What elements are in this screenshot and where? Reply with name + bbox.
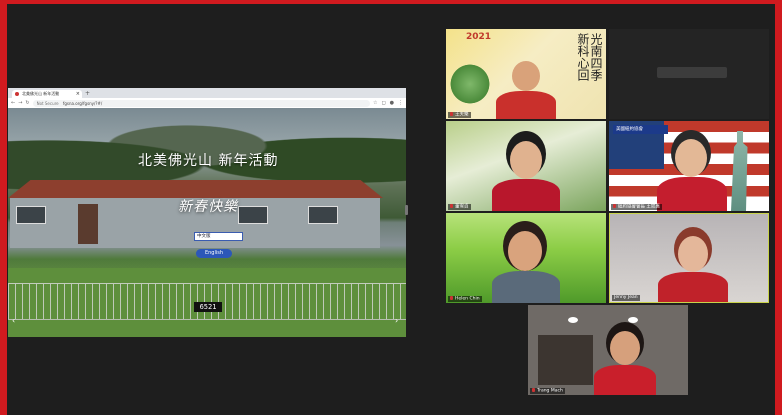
browser-tab-bar: 北美佛光山 新年活動 × + (8, 88, 406, 98)
split-view-handle[interactable] (405, 205, 408, 215)
participant-body (492, 179, 560, 211)
site-title: 北美佛光山 新年活動 (138, 153, 279, 169)
building-window (238, 206, 268, 224)
participant-body (657, 177, 727, 211)
video-tile[interactable]: Trang Mach (528, 305, 688, 395)
url-text: fgsna.org/fgsny/?#/ (62, 100, 103, 106)
window-frame-top (0, 0, 782, 4)
reload-icon[interactable]: ↻ (25, 100, 29, 106)
ceiling-light (628, 317, 638, 323)
building-window (308, 206, 338, 224)
video-tile-active-speaker[interactable]: Jenny Jean (609, 213, 769, 303)
participant-body (496, 91, 556, 119)
participant-name: Trang Mach (530, 387, 565, 394)
shared-screen-browser: 北美佛光山 新年活動 × + ← → ↻ Not Secure fgsna.or… (8, 88, 406, 337)
poster-illustration (450, 59, 490, 109)
participant-head (678, 236, 708, 272)
video-tile[interactable]: 2021 光南四季 新科心回 王天樂 (446, 29, 606, 119)
prev-slide-icon[interactable]: ‹ (12, 316, 15, 325)
chinese-version-button[interactable]: 中文版 (194, 232, 243, 241)
extensions-icon[interactable]: ◻ (381, 100, 385, 106)
new-year-greeting: 新春快樂 (178, 199, 238, 215)
participant-name: 王天樂 (448, 111, 471, 118)
muted-mic-icon (532, 387, 535, 392)
close-tab-icon[interactable]: × (76, 90, 80, 98)
video-tile[interactable]: 董雪貞 (446, 121, 606, 211)
back-icon[interactable]: ← (11, 100, 15, 106)
statue-of-liberty-image (731, 131, 748, 211)
participant-name: 紐約協會會長 王如惠 (611, 203, 662, 210)
window-frame-right (775, 0, 782, 415)
participant-head (512, 61, 540, 91)
participant-name-box (657, 67, 727, 78)
url-field[interactable]: Not Secure fgsna.org/fgsny/?#/ (32, 99, 370, 107)
participant-name: 董雪貞 (448, 203, 471, 210)
browser-tab-title: 北美佛光山 新年活動 (22, 91, 60, 96)
browser-toolbar: ☆ ◻ ● ⋮ (373, 100, 403, 106)
muted-mic-icon (450, 111, 453, 116)
participant-head (508, 231, 542, 271)
browser-tab[interactable]: 北美佛光山 新年活動 × (12, 90, 82, 98)
background-shelf (538, 335, 593, 385)
video-tile[interactable]: 美國紐約協會 紐約協會會長 王如惠 (609, 121, 769, 211)
association-banner: 美國紐約協會 (613, 125, 668, 134)
video-tile[interactable] (609, 29, 769, 119)
visit-counter: 6521 (194, 302, 222, 312)
ceiling-light (568, 317, 578, 323)
next-slide-icon[interactable]: › (395, 316, 398, 325)
participant-body (658, 272, 728, 302)
muted-mic-icon (613, 203, 616, 208)
favicon-icon (15, 92, 19, 96)
building-window (16, 206, 46, 224)
building-door (78, 204, 98, 244)
profile-icon[interactable]: ● (390, 100, 394, 106)
participant-name: Helen Chin (448, 295, 482, 302)
participant-name: Jenny Jean (612, 295, 640, 301)
participant-head (675, 139, 707, 177)
muted-mic-icon (450, 295, 453, 300)
poster-year: 2021 (466, 32, 492, 42)
english-button[interactable]: English (196, 249, 232, 258)
participant-body (492, 271, 560, 303)
menu-icon[interactable]: ⋮ (398, 100, 403, 106)
video-tile[interactable]: Helen Chin (446, 213, 606, 303)
not-secure-label: Not Secure (36, 100, 59, 106)
muted-mic-icon (450, 203, 453, 208)
participant-head (510, 141, 542, 179)
window-frame-left (0, 0, 7, 415)
participant-head (610, 331, 640, 365)
new-tab-button[interactable]: + (85, 90, 90, 98)
poster-calligraphy: 光南四季 新科心回 (576, 33, 603, 81)
website-content: 北美佛光山 新年活動 新春快樂 中文版 English 6521 ‹ › (8, 108, 406, 337)
forward-icon[interactable]: → (18, 100, 22, 106)
participant-body (594, 365, 656, 395)
bookmark-star-icon[interactable]: ☆ (373, 100, 377, 106)
